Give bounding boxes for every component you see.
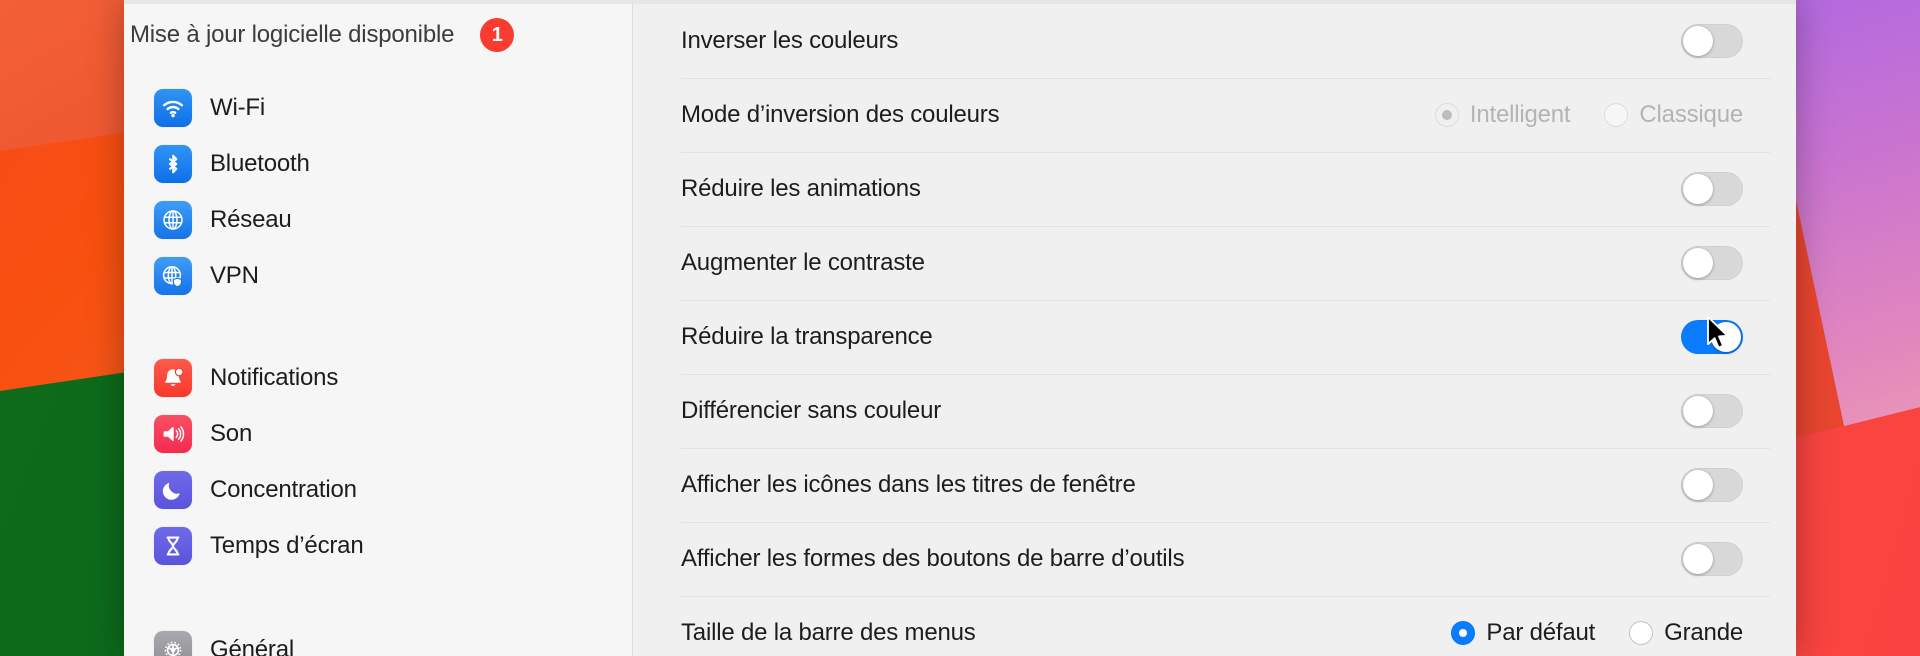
sidebar-item-label: Réseau <box>210 206 292 234</box>
toggle-knob <box>1683 26 1713 56</box>
wallpaper-right-strip <box>1788 0 1920 656</box>
system-settings-window: Mise à jour logicielle disponible 1 <box>124 0 1796 656</box>
toggle-knob <box>1683 544 1713 574</box>
differentiate-without-color-toggle[interactable] <box>1681 394 1743 428</box>
setting-label: Inverser les couleurs <box>681 27 898 55</box>
gear-icon <box>154 631 192 656</box>
setting-control <box>1681 172 1743 206</box>
toggle-knob <box>1683 470 1713 500</box>
setting-control <box>1681 320 1743 354</box>
setting-control <box>1681 468 1743 502</box>
menu-bar-size-radio-group: Par défaut Grande <box>1451 619 1743 647</box>
sidebar-item-screen-time[interactable]: Temps d’écran <box>134 518 622 574</box>
increase-contrast-toggle[interactable] <box>1681 246 1743 280</box>
sidebar-item-label: Concentration <box>210 476 357 504</box>
network-globe-icon <box>154 201 192 239</box>
setting-row-reduce-motion: Réduire les animations <box>659 152 1770 226</box>
sidebar-item-label: Général <box>210 636 294 656</box>
show-toolbar-button-shapes-toggle[interactable] <box>1681 542 1743 576</box>
bell-icon <box>154 359 192 397</box>
sidebar-item-focus[interactable]: Concentration <box>134 462 622 518</box>
sidebar-item-label: Bluetooth <box>210 150 310 178</box>
setting-row-increase-contrast: Augmenter le contraste <box>659 226 1770 300</box>
show-window-title-icons-toggle[interactable] <box>1681 468 1743 502</box>
setting-label: Réduire la transparence <box>681 323 933 351</box>
setting-row-invert-colors: Inverser les couleurs <box>659 4 1770 78</box>
radio-dot <box>1629 621 1653 645</box>
toggle-knob <box>1683 248 1713 278</box>
setting-row-show-window-title-icons: Afficher les icônes dans les titres de f… <box>659 448 1770 522</box>
moon-icon <box>154 471 192 509</box>
toggle-knob <box>1683 174 1713 204</box>
toggle-knob <box>1711 322 1741 352</box>
reduce-transparency-toggle[interactable] <box>1681 320 1743 354</box>
setting-control: Intelligent Classique <box>1435 101 1743 129</box>
setting-row-invert-mode: Mode d’inversion des couleurs Intelligen… <box>659 78 1770 152</box>
setting-label: Augmenter le contraste <box>681 249 925 277</box>
radio-option-classique: Classique <box>1604 101 1743 129</box>
setting-control <box>1681 246 1743 280</box>
setting-row-differentiate-without-color: Différencier sans couleur <box>659 374 1770 448</box>
sidebar-group-general: Général <box>124 622 632 656</box>
sidebar-item-network[interactable]: Réseau <box>134 192 622 248</box>
sidebar-item-notifications[interactable]: Notifications <box>134 350 622 406</box>
sidebar-item-general[interactable]: Général <box>134 622 622 656</box>
setting-control: Par défaut Grande <box>1451 619 1743 647</box>
setting-control <box>1681 542 1743 576</box>
invert-mode-radio-group: Intelligent Classique <box>1435 101 1743 129</box>
screen: Mise à jour logicielle disponible 1 <box>0 0 1920 656</box>
sidebar-item-label: Temps d’écran <box>210 532 363 560</box>
sidebar-item-label: VPN <box>210 262 259 290</box>
radio-label: Classique <box>1639 101 1743 129</box>
update-count-badge: 1 <box>480 18 514 52</box>
setting-control <box>1681 394 1743 428</box>
sidebar: Mise à jour logicielle disponible 1 <box>124 4 633 656</box>
setting-label: Taille de la barre des menus <box>681 619 976 647</box>
reduce-motion-toggle[interactable] <box>1681 172 1743 206</box>
vpn-globe-shield-icon <box>154 257 192 295</box>
bluetooth-icon <box>154 145 192 183</box>
sidebar-item-bluetooth[interactable]: Bluetooth <box>134 136 622 192</box>
radio-dot <box>1451 621 1475 645</box>
settings-content-pane: Inverser les couleurs Mode d’inversion d… <box>633 4 1796 656</box>
radio-option-intelligent: Intelligent <box>1435 101 1571 129</box>
setting-row-show-toolbar-button-shapes: Afficher les formes des boutons de barre… <box>659 522 1770 596</box>
sidebar-item-label: Notifications <box>210 364 338 392</box>
setting-label: Afficher les formes des boutons de barre… <box>681 545 1184 573</box>
settings-list: Inverser les couleurs Mode d’inversion d… <box>659 4 1770 656</box>
setting-row-reduce-transparency: Réduire la transparence <box>659 300 1770 374</box>
wifi-icon <box>154 89 192 127</box>
setting-label: Réduire les animations <box>681 175 921 203</box>
setting-control <box>1681 24 1743 58</box>
software-update-notice[interactable]: Mise à jour logicielle disponible 1 <box>124 6 632 64</box>
setting-label: Différencier sans couleur <box>681 397 941 425</box>
sidebar-item-wifi[interactable]: Wi-Fi <box>134 80 622 136</box>
invert-colors-toggle[interactable] <box>1681 24 1743 58</box>
radio-label: Grande <box>1664 619 1743 647</box>
sidebar-item-label: Wi-Fi <box>210 94 265 122</box>
setting-row-menu-bar-size: Taille de la barre des menus Par défaut … <box>659 596 1770 656</box>
hourglass-icon <box>154 527 192 565</box>
radio-label: Par défaut <box>1486 619 1595 647</box>
setting-label: Afficher les icônes dans les titres de f… <box>681 471 1136 499</box>
setting-label: Mode d’inversion des couleurs <box>681 101 999 129</box>
radio-option-grande[interactable]: Grande <box>1629 619 1743 647</box>
toggle-knob <box>1683 396 1713 426</box>
sidebar-item-label: Son <box>210 420 252 448</box>
sidebar-group-system: Notifications Son <box>124 350 632 574</box>
wallpaper-band-green <box>0 353 126 656</box>
software-update-label: Mise à jour logicielle disponible <box>130 21 454 49</box>
sidebar-item-vpn[interactable]: VPN <box>134 248 622 304</box>
radio-option-par-defaut[interactable]: Par défaut <box>1451 619 1595 647</box>
sidebar-group-network: Wi-Fi Bluetooth <box>124 80 632 304</box>
radio-dot <box>1435 103 1459 127</box>
speaker-icon <box>154 415 192 453</box>
radio-dot <box>1604 103 1628 127</box>
sidebar-item-sound[interactable]: Son <box>134 406 622 462</box>
wallpaper-left-strip <box>0 0 126 656</box>
radio-label: Intelligent <box>1470 101 1571 129</box>
